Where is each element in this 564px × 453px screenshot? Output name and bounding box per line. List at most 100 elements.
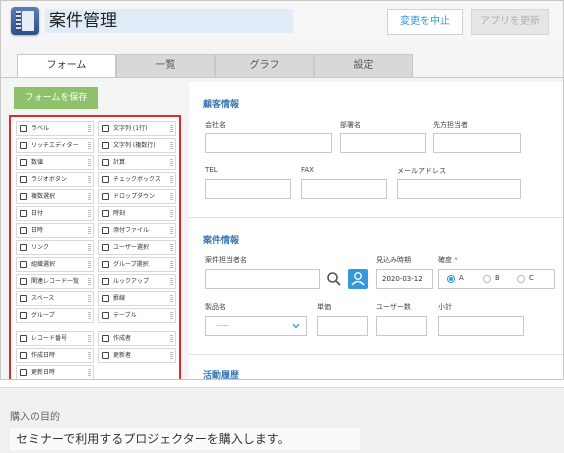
palette-item-label: スペース: [31, 295, 55, 302]
email-input[interactable]: [397, 179, 521, 199]
user-count-input[interactable]: [376, 316, 427, 336]
palette-item-label: 添付ファイル: [113, 227, 150, 234]
palette-item[interactable]: 計算: [98, 155, 176, 170]
palette-item-label: ラベル: [31, 125, 50, 132]
product-dropdown[interactable]: -----: [205, 316, 307, 336]
palette-item[interactable]: 数値: [16, 155, 94, 170]
app-form-editor: 案件管理 変更を中止 アプリを更新 フォーム 一覧 グラフ 設定 フォームを保存…: [0, 0, 564, 380]
tab-bar: フォーム 一覧 グラフ 設定: [17, 54, 413, 78]
palette-item[interactable]: チェックボックス: [98, 172, 176, 187]
palette-item[interactable]: ユーザー選択: [98, 240, 176, 255]
cancel-changes-button[interactable]: 変更を中止: [387, 9, 463, 35]
app-notebook-icon: [11, 7, 39, 35]
tab-list[interactable]: 一覧: [116, 54, 215, 78]
related-records-icon: [20, 278, 27, 285]
user-count-label: ユーザー数: [376, 303, 411, 311]
save-form-button[interactable]: フォームを保存: [14, 87, 98, 109]
palette-item[interactable]: ラジオボタン: [16, 172, 94, 187]
number-icon: [20, 159, 27, 166]
subtotal-label: 小計: [438, 303, 452, 311]
company-input[interactable]: [205, 133, 332, 153]
palette-item[interactable]: 添付ファイル: [98, 223, 176, 238]
required-mark: *: [454, 256, 458, 264]
palette-item-label: リンク: [31, 244, 50, 251]
space-icon: [20, 295, 27, 302]
palette-item[interactable]: ルックアップ: [98, 274, 176, 289]
unit-price-label: 単価: [317, 303, 331, 311]
palette-item[interactable]: ラベル: [16, 121, 94, 136]
palette-item-label: 組織選択: [31, 261, 56, 268]
owner-input[interactable]: [205, 269, 320, 289]
user-icon: [351, 272, 365, 286]
palette-item[interactable]: 作成日時: [16, 348, 94, 363]
palette-item[interactable]: リンク: [16, 240, 94, 255]
palette-item-label: 更新日時: [31, 369, 56, 376]
palette-item[interactable]: 日付: [16, 206, 94, 221]
contact-label: 先方担当者: [433, 121, 468, 129]
calendar-icon: [20, 210, 27, 217]
product-label: 製品名: [205, 303, 226, 311]
user-select-button[interactable]: [348, 269, 368, 289]
palette-item[interactable]: グループ選択: [98, 257, 176, 272]
table-icon: [102, 312, 109, 319]
palette-item[interactable]: グループ: [16, 308, 94, 323]
app-title-input[interactable]: 案件管理: [45, 9, 293, 33]
section-title-customer: 顧客情報: [203, 100, 240, 110]
palette-item[interactable]: 作成者: [98, 331, 176, 346]
record-number-icon: [20, 335, 27, 342]
palette-item[interactable]: 複数選択: [16, 189, 94, 204]
radio-a[interactable]: [447, 275, 455, 283]
radio-c-label: C: [529, 274, 534, 282]
palette-item-label: テーブル: [113, 312, 137, 319]
radio-c[interactable]: [517, 275, 525, 283]
tab-graph[interactable]: グラフ: [215, 54, 314, 78]
palette-item[interactable]: 関連レコード一覧: [16, 274, 94, 289]
palette-item[interactable]: レコード番号: [16, 331, 94, 346]
palette-item-label: 文字列 (1行): [113, 125, 148, 132]
group-field-icon: [20, 312, 27, 319]
department-input[interactable]: [340, 133, 426, 153]
unit-price-input[interactable]: [317, 316, 368, 336]
palette-item[interactable]: 時刻: [98, 206, 176, 221]
chevron-down-icon: [292, 323, 300, 329]
tab-form[interactable]: フォーム: [17, 54, 116, 78]
palette-item[interactable]: 更新日時: [16, 365, 94, 379]
palette-item[interactable]: 文字列 (複数行): [98, 138, 176, 153]
palette-item-label: 罫線: [113, 295, 126, 302]
expected-date-input[interactable]: 2020-03-12: [376, 269, 433, 289]
palette-item[interactable]: スペース: [16, 291, 94, 306]
tag-icon: [20, 125, 27, 132]
fax-input[interactable]: [301, 179, 387, 199]
lookup-icon: [102, 278, 109, 285]
calendar-icon: [20, 369, 27, 376]
user-icon: [102, 335, 109, 342]
palette-item[interactable]: リッチエディター: [16, 138, 94, 153]
contact-input[interactable]: [433, 133, 521, 153]
palette-item-label: ドロップダウン: [113, 193, 156, 200]
checkbox-icon: [102, 176, 109, 183]
text-single-line-icon: [102, 125, 109, 132]
purpose-text: セミナーで利用するプロジェクターを購入します。: [10, 428, 360, 450]
palette-item[interactable]: テーブル: [98, 308, 176, 323]
line-icon: [102, 295, 109, 302]
palette-item-label: グループ選択: [113, 261, 149, 268]
tel-input[interactable]: [205, 179, 291, 199]
palette-item[interactable]: 日時: [16, 223, 94, 238]
palette-item[interactable]: 文字列 (1行): [98, 121, 176, 136]
tab-divider: [1, 77, 563, 78]
company-label: 会社名: [205, 121, 226, 129]
tab-settings[interactable]: 設定: [314, 54, 413, 78]
palette-item[interactable]: 罫線: [98, 291, 176, 306]
radio-a-label: A: [459, 274, 464, 282]
form-canvas: 顧客情報 会社名 部署名 先方担当者 TEL FAX メールアドレス 案件情報 …: [189, 82, 563, 379]
palette-item[interactable]: ドロップダウン: [98, 189, 176, 204]
certainty-label: 確度 *: [438, 255, 458, 265]
paperclip-icon: [102, 227, 109, 234]
palette-item-label: 作成者: [113, 335, 132, 342]
radio-b[interactable]: [483, 275, 491, 283]
rich-editor-icon: [20, 142, 27, 149]
palette-item[interactable]: 組織選択: [16, 257, 94, 272]
palette-item[interactable]: 更新者: [98, 348, 176, 363]
search-icon[interactable]: [324, 269, 344, 289]
update-app-button[interactable]: アプリを更新: [471, 9, 549, 35]
